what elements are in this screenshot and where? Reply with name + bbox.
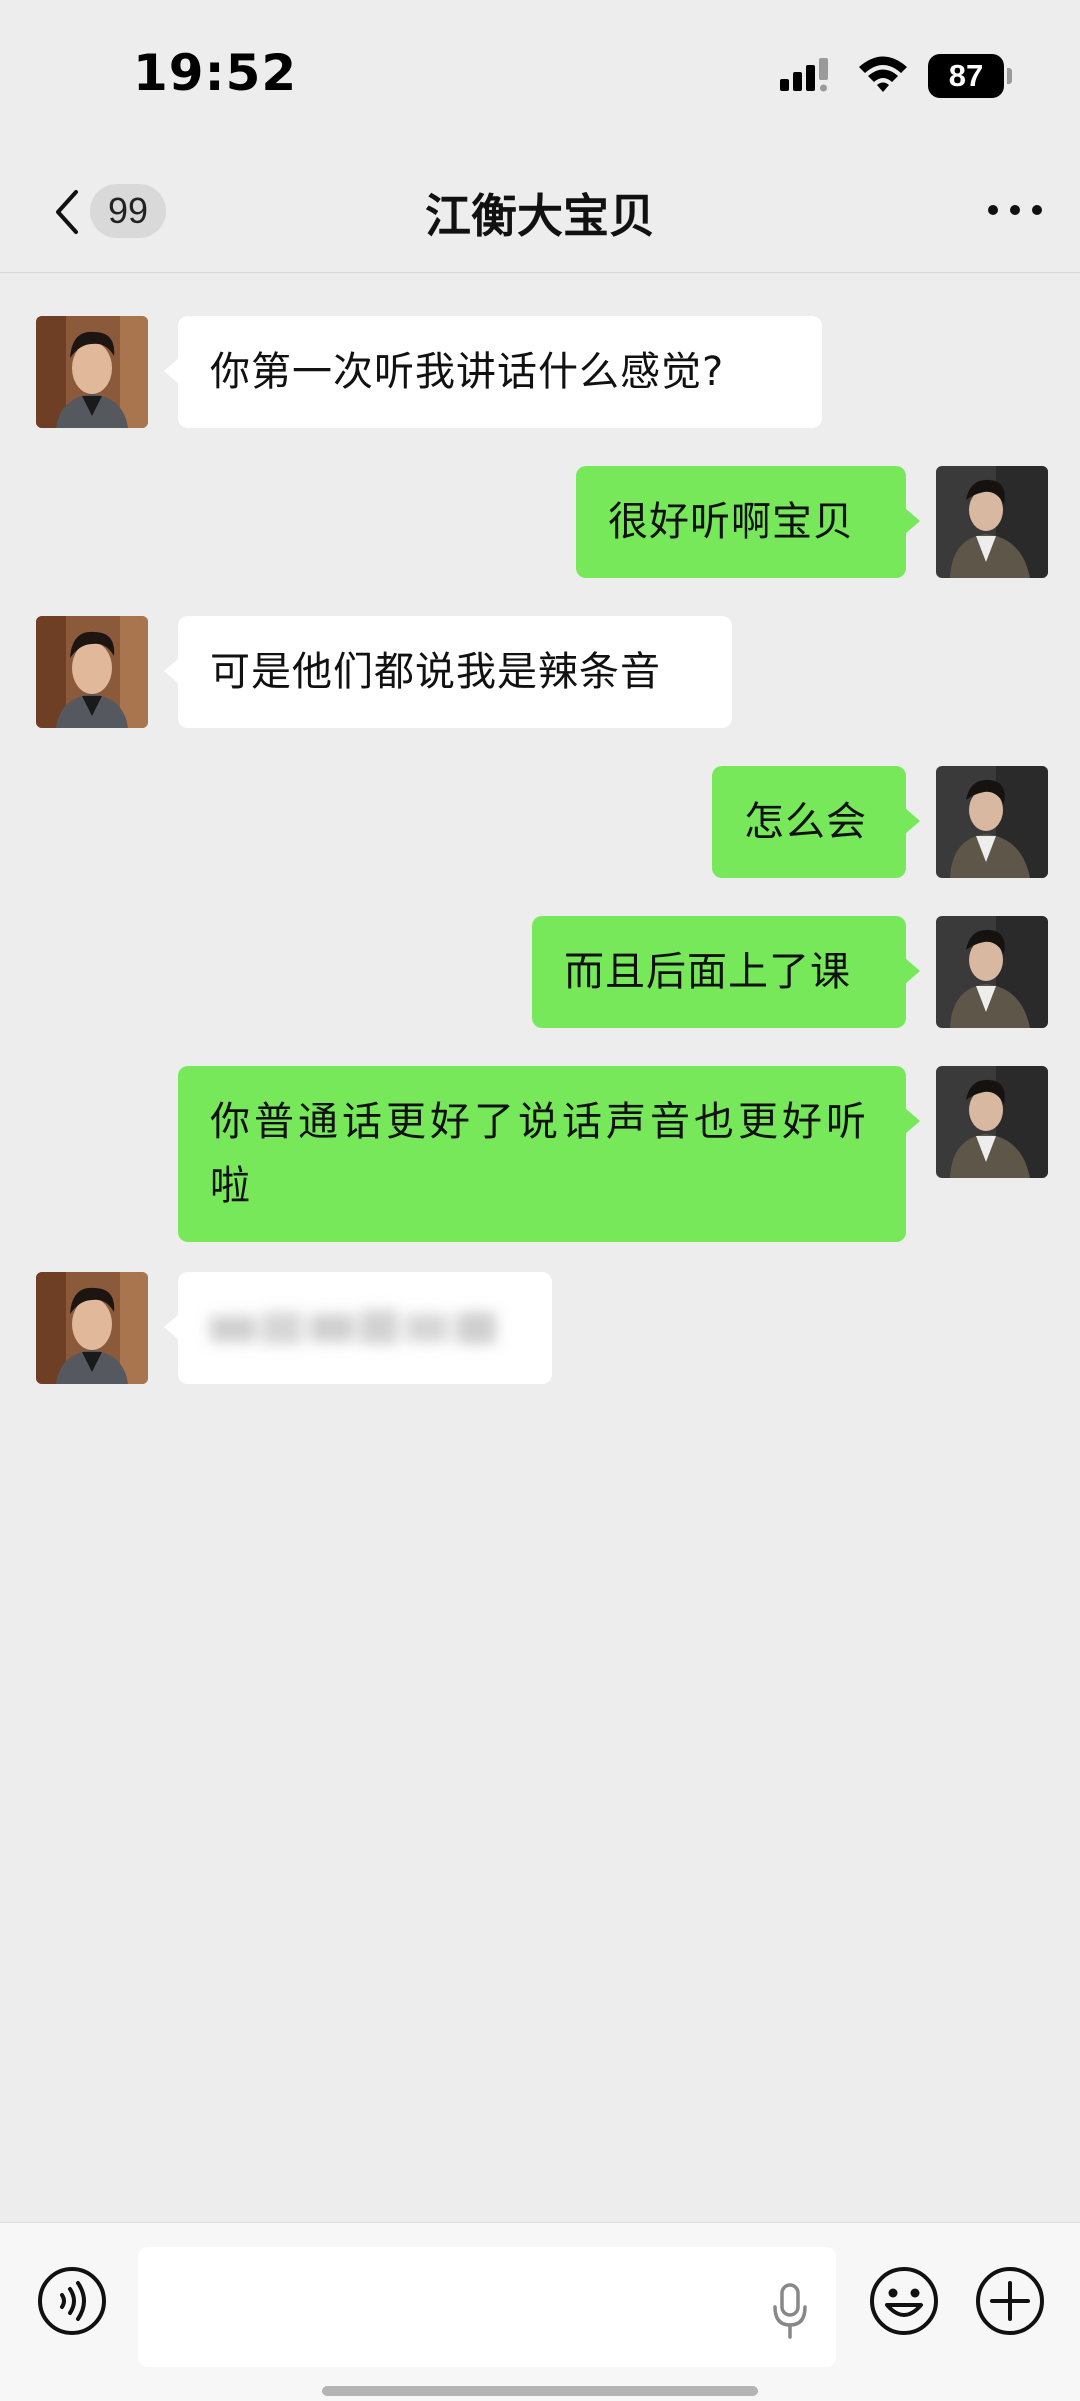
contact-avatar[interactable] (36, 316, 148, 428)
back-button[interactable]: 99 (50, 176, 170, 246)
battery-icon: 87 (928, 54, 1012, 98)
battery-cap (1007, 68, 1012, 84)
message-bubble-left[interactable]: 可是他们都说我是辣条音 (164, 616, 732, 728)
chat-header: 99 江衡大宝贝 (0, 150, 1080, 273)
contact-avatar[interactable] (36, 1272, 148, 1384)
status-bar: 19:52 87 (0, 0, 1080, 150)
blurred-message-content (210, 1310, 496, 1344)
unread-count-badge: 99 (90, 184, 166, 238)
contact-avatar[interactable] (36, 616, 148, 728)
plus-icon[interactable] (974, 2265, 1046, 2337)
self-avatar[interactable] (936, 916, 1048, 1028)
mic-icon[interactable] (770, 2283, 810, 2339)
message-bubble-right[interactable]: 你普通话更好了说话声音也更好听啦 (178, 1066, 920, 1242)
message-text: 可是他们都说我是辣条音 (210, 649, 661, 695)
message-text: 你普通话更好了说话声音也更好听啦 (210, 1099, 870, 1209)
message-text: 很好听啊宝贝 (608, 499, 854, 545)
emoji-icon[interactable] (868, 2265, 940, 2337)
message-bubble-left[interactable]: 你第一次听我讲话什么感觉? (164, 316, 822, 428)
message-bubble-right[interactable]: 很好听啊宝贝 (576, 466, 920, 578)
message-bubble-left-blurred[interactable] (164, 1272, 552, 1384)
self-avatar[interactable] (936, 466, 1048, 578)
message-bubble-right[interactable]: 怎么会 (712, 766, 920, 878)
self-avatar[interactable] (936, 766, 1048, 878)
battery-level: 87 (928, 54, 1004, 98)
signal-icon (780, 58, 828, 92)
message-bubble-right[interactable]: 而且后面上了课 (532, 916, 920, 1028)
message-text: 而且后面上了课 (564, 949, 851, 995)
self-avatar[interactable] (936, 1066, 1048, 1178)
message-text: 你第一次听我讲话什么感觉? (210, 349, 725, 395)
wifi-icon (859, 56, 907, 92)
more-icon[interactable] (985, 190, 1045, 230)
input-bar (0, 2222, 1080, 2401)
chevron-left-icon (56, 190, 78, 234)
voice-icon[interactable] (36, 2265, 108, 2337)
chat-title: 江衡大宝贝 (425, 189, 655, 243)
home-indicator[interactable] (322, 2386, 758, 2396)
status-time: 19:52 (133, 44, 298, 102)
message-input[interactable] (138, 2247, 836, 2367)
message-text: 怎么会 (744, 799, 867, 845)
